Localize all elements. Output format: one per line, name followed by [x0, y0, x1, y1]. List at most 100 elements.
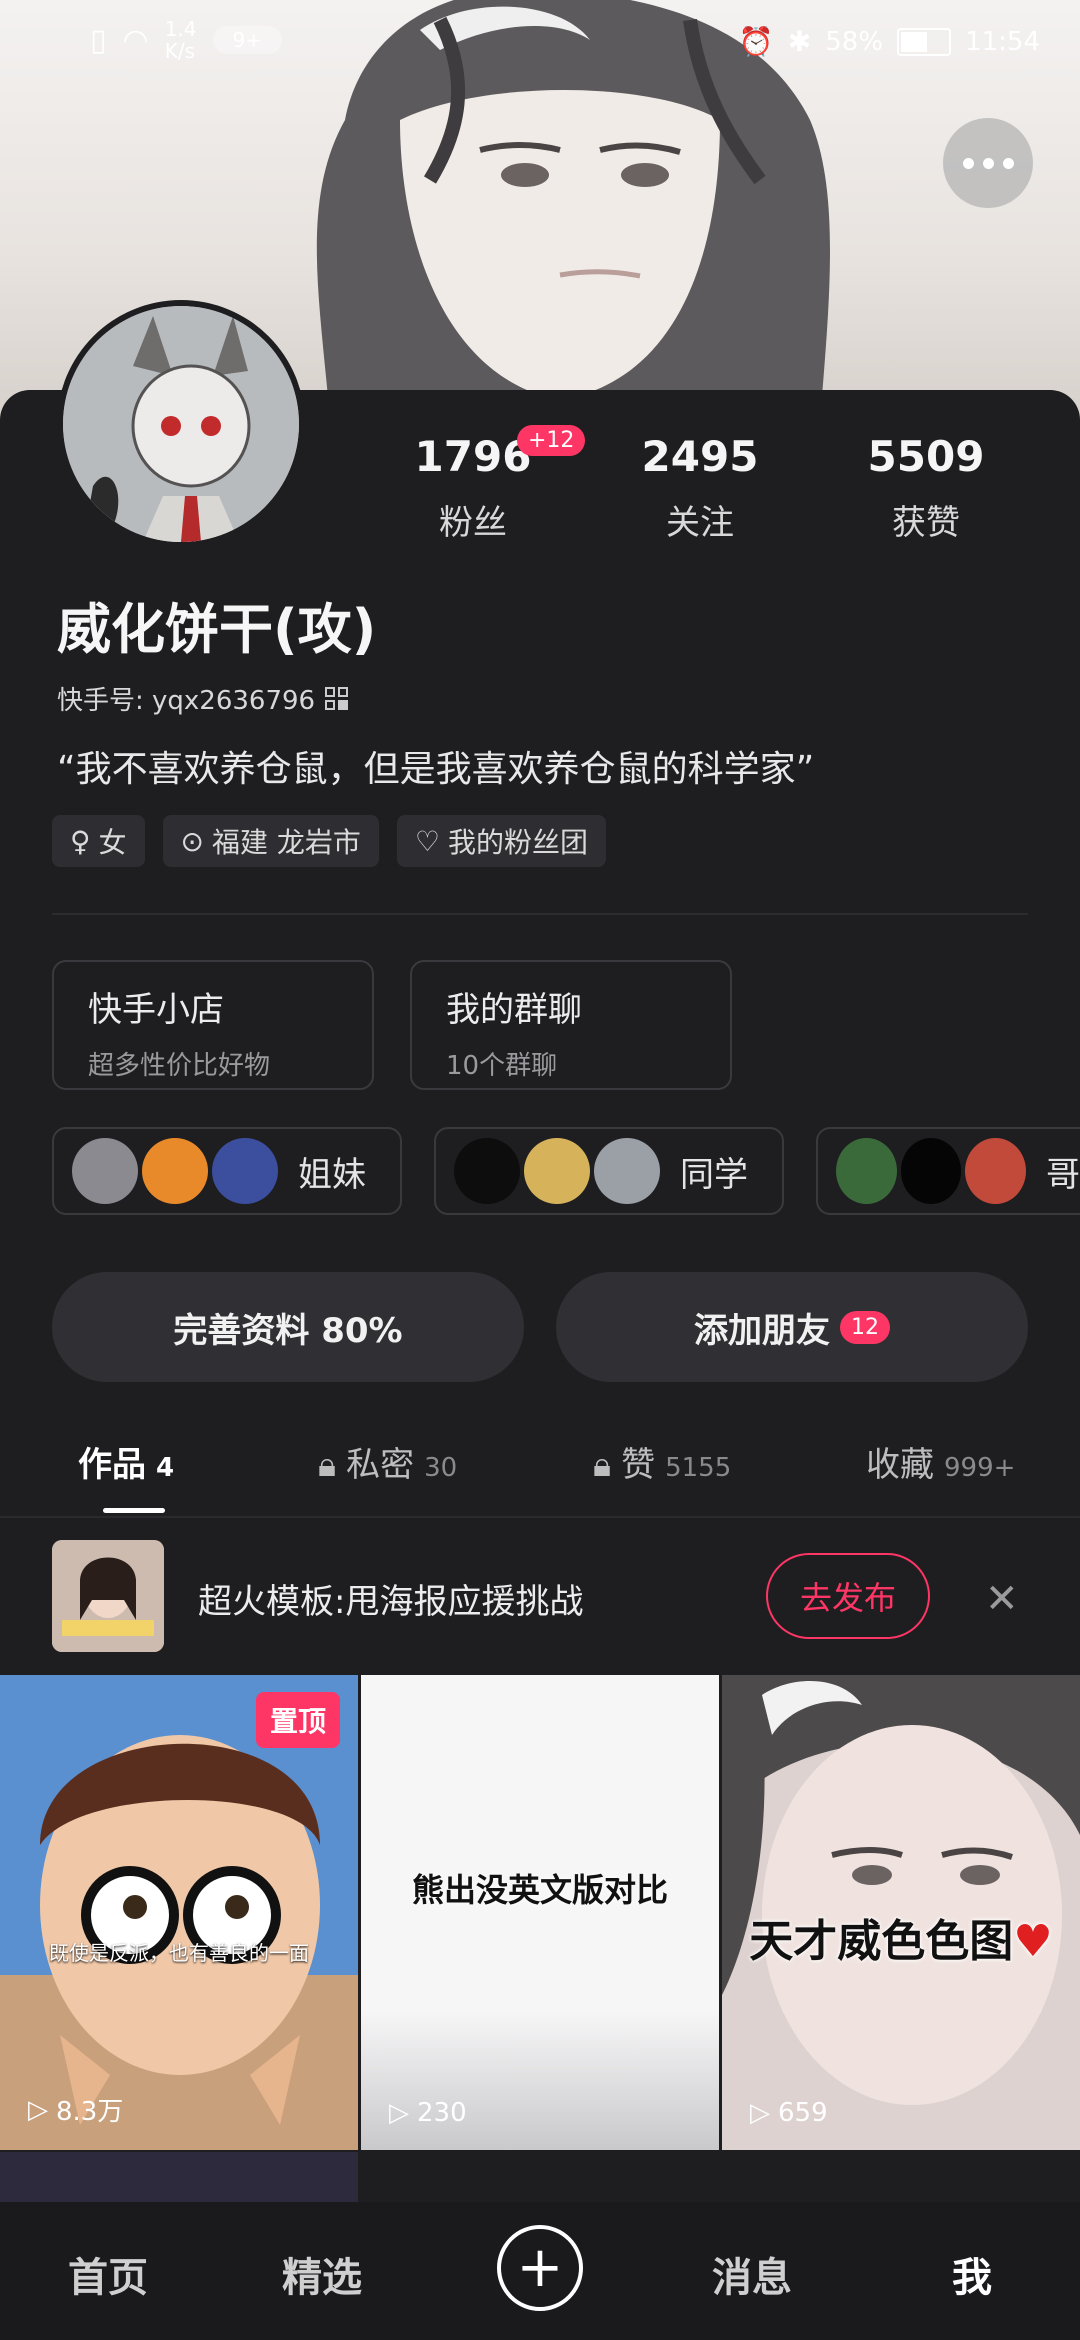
play-count: ▷ 230 [389, 2098, 467, 2128]
tab-label: 私密 [346, 1445, 415, 1485]
friend-group-classmates[interactable]: 同学 [434, 1127, 784, 1215]
group-avatar [524, 1138, 590, 1204]
following-count: 2495 [641, 432, 759, 481]
avatar[interactable] [57, 300, 305, 548]
add-friend-button[interactable]: 添加朋友 12 [556, 1272, 1028, 1382]
complete-profile-label: 完善资料 80% [173, 1310, 403, 1351]
video-overlay-text: 既使是反派，也有善良的一面 [49, 1941, 309, 1965]
tag-label: 女 [98, 826, 127, 859]
group-avatar [965, 1138, 1027, 1204]
profile-tags: ♀ 女 ⊙ 福建 龙岩市 ♡ 我的粉丝团 [52, 815, 607, 867]
battery-icon [897, 27, 952, 56]
sim-alert-icon: ▯ [90, 22, 107, 58]
stat-following[interactable]: 2495 关注 [600, 432, 800, 544]
play-count: ▷ 659 [750, 2098, 828, 2128]
avatar-image [63, 306, 299, 542]
tab-count: 999+ [944, 1453, 1016, 1483]
tab-liked[interactable]: 🔒︎ 赞 5155 [593, 1437, 731, 1486]
group-label: 同学 [680, 1154, 748, 1195]
divider [52, 913, 1028, 915]
nav-featured[interactable]: 精选 [282, 2245, 362, 2303]
video-cover-gradient [361, 2010, 719, 2150]
card-shop[interactable]: 快手小店 超多性价比好物 [52, 960, 374, 1090]
tab-label: 作品 [78, 1445, 146, 1485]
likes-label: 获赞 [892, 503, 960, 543]
play-icon: ▷ [28, 2094, 48, 2125]
play-count-value: 8.3万 [56, 2097, 124, 2127]
gender-female-icon: ♀ [70, 824, 91, 858]
fans-label: 粉丝 [439, 503, 507, 543]
kuaishou-id-row[interactable]: 快手号: yqx2636796 [57, 680, 349, 717]
play-count-value: 230 [417, 2098, 467, 2128]
qr-code-icon[interactable] [325, 687, 349, 710]
more-options-button[interactable] [943, 118, 1033, 208]
video-caption: 天才威色色图♥ [722, 1905, 1080, 1969]
notification-count-badge: 9+ [212, 26, 282, 54]
lock-icon: 🔒︎ [318, 1445, 337, 1485]
status-bar: ▯ ◠ 1.4 K/s 9+ ⏰ ✱ 58% 11:54 [0, 0, 1080, 90]
tag-location: ⊙ 福建 龙岩市 [162, 815, 379, 867]
publish-button[interactable]: 去发布 [766, 1553, 930, 1639]
stat-likes[interactable]: 5509 获赞 [826, 432, 1026, 544]
nav-messages[interactable]: 消息 [712, 2245, 792, 2303]
video-thumbnail[interactable]: 天才威色色图♥ ▷ 659 [722, 1675, 1080, 2150]
dot-icon [982, 157, 994, 169]
group-avatar [72, 1138, 138, 1204]
video-caption: 熊出没英文版对比 [411, 1871, 668, 1909]
add-friend-label: 添加朋友 [694, 1310, 830, 1351]
likes-count: 5509 [867, 432, 985, 481]
play-icon: ▷ [750, 2098, 770, 2128]
active-tab-indicator [103, 1508, 165, 1513]
kuaishou-id: 快手号: yqx2636796 [57, 686, 316, 716]
profile-name: 威化饼干(攻) [57, 598, 377, 661]
group-avatar [836, 1138, 897, 1204]
create-post-button[interactable]: + [497, 2225, 583, 2311]
card-title: 我的群聊 [446, 990, 582, 1030]
tag-fan-club[interactable]: ♡ 我的粉丝团 [396, 815, 607, 867]
bluetooth-icon: ✱ [787, 25, 812, 58]
tab-count: 4 [156, 1453, 175, 1483]
wifi-icon: ◠ [122, 22, 149, 58]
group-label: 哥 [1046, 1154, 1080, 1195]
group-avatar [212, 1138, 278, 1204]
nav-me[interactable]: 我 [952, 2245, 992, 2303]
dot-icon [1002, 157, 1014, 169]
video-thumbnail[interactable] [0, 2152, 358, 2202]
group-label: 姐妹 [298, 1154, 366, 1195]
lock-icon: 🔒︎ [593, 1445, 612, 1485]
video-caption-text: 天才威色色图 [749, 1916, 1014, 1967]
tag-gender: ♀ 女 [52, 815, 145, 867]
card-subtitle: 10个群聊 [446, 1051, 558, 1081]
add-friend-badge: 12 [840, 1310, 890, 1344]
following-label: 关注 [666, 503, 734, 543]
tab-count: 30 [424, 1453, 458, 1483]
promo-text: 超火模板:甩海报应援挑战 [198, 1582, 584, 1622]
heart-icon: ♥ [1013, 1916, 1053, 1967]
battery-percent: 58% [825, 26, 884, 57]
card-group-chat[interactable]: 我的群聊 10个群聊 [410, 960, 732, 1090]
video-thumbnail[interactable]: 既使是反派，也有善良的一面 置顶 ▷ 8.3万 [0, 1675, 358, 2150]
friend-group-brothers[interactable]: 哥 [816, 1127, 1080, 1215]
close-icon[interactable]: ✕ [985, 1576, 1019, 1622]
promo-thumbnail [52, 1540, 164, 1652]
tag-label: 福建 龙岩市 [212, 826, 361, 859]
network-speed: 1.4 K/s [164, 17, 197, 63]
play-icon: ▷ [389, 2098, 409, 2128]
video-thumbnail[interactable]: 熊出没英文版对比 ▷ 230 [361, 1675, 719, 2150]
complete-profile-button[interactable]: 完善资料 80% [52, 1272, 524, 1382]
plus-icon: + [516, 2235, 564, 2300]
tab-favorites[interactable]: 收藏 999+ [866, 1437, 1015, 1486]
tab-private[interactable]: 🔒︎ 私密 30 [318, 1437, 457, 1486]
friend-group-sisters[interactable]: 姐妹 [52, 1127, 402, 1215]
profile-bio: “我不喜欢养仓鼠，但是我喜欢养仓鼠的科学家” [57, 749, 815, 790]
group-avatar [594, 1138, 660, 1204]
tag-label: 我的粉丝团 [448, 826, 589, 859]
tab-label: 赞 [621, 1445, 656, 1485]
group-avatar [142, 1138, 208, 1204]
card-title: 快手小店 [88, 990, 224, 1030]
play-count: ▷ 8.3万 [28, 2091, 123, 2128]
tab-works[interactable]: 作品 4 [78, 1437, 174, 1486]
nav-home[interactable]: 首页 [68, 2245, 148, 2303]
heart-icon: ♡ [414, 824, 441, 858]
location-pin-icon: ⊙ [180, 824, 204, 858]
